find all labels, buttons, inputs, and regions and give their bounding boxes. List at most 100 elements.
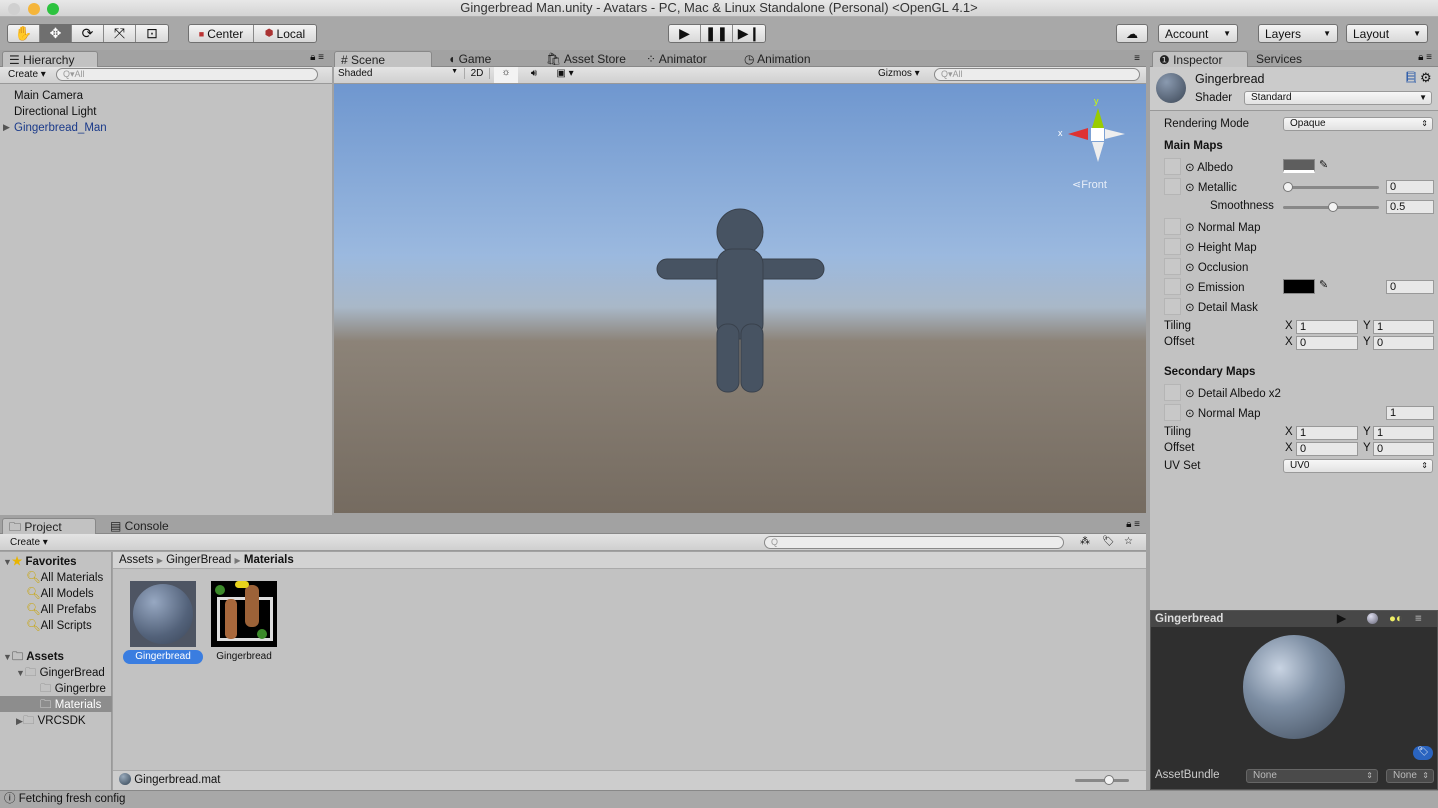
layers-dropdown[interactable]: Layers ▼: [1258, 24, 1338, 43]
expand-arrow-icon[interactable]: ▶: [3, 122, 10, 133]
breadcrumb-item[interactable]: Assets: [119, 554, 154, 566]
tab-console[interactable]: ▤ Console: [104, 518, 169, 534]
create-dropdown[interactable]: Create ▾: [8, 69, 46, 80]
rotate-icon[interactable]: ⟳: [72, 25, 104, 42]
hierarchy-search-input[interactable]: Q▾All: [56, 68, 318, 81]
material-asset-thumbnail[interactable]: [130, 581, 196, 647]
project-search-input[interactable]: Q: [764, 536, 1064, 549]
lock-icon[interactable]: 🔒︎ ≡: [1126, 519, 1140, 530]
smoothness-input[interactable]: 0.5: [1386, 200, 1434, 214]
preview-sphere[interactable]: [1243, 635, 1345, 739]
metallic-input[interactable]: 0: [1386, 180, 1434, 194]
smoothness-slider-handle[interactable]: [1328, 202, 1338, 212]
tab-scene[interactable]: # Scene: [334, 51, 432, 67]
thumbnail-size-slider[interactable]: [1075, 779, 1129, 782]
breadcrumb-item[interactable]: GingerBread: [166, 554, 231, 566]
gizmo-view-label[interactable]: ⋖Front: [1072, 178, 1107, 191]
favorites-item[interactable]: ▼★ Favorites: [3, 554, 77, 568]
effects-dropdown-icon[interactable]: ▣ ▾: [550, 68, 580, 79]
label-tag-icon[interactable]: 🏷︎: [1413, 746, 1433, 760]
secondary-normal-map-slot[interactable]: [1164, 404, 1181, 421]
rect-icon[interactable]: ⊡: [136, 25, 168, 42]
move-icon[interactable]: ✥: [40, 25, 72, 42]
detail-mask-slot[interactable]: [1164, 298, 1181, 315]
tab-game[interactable]: ◖ Game: [442, 51, 491, 67]
hand-icon[interactable]: ✋: [8, 25, 40, 42]
gizmos-dropdown[interactable]: Gizmos ▾: [878, 68, 928, 79]
gizmo-z-axis[interactable]: [1105, 129, 1125, 139]
metallic-texture-slot[interactable]: [1164, 178, 1181, 195]
gizmo-center-cube[interactable]: [1091, 128, 1104, 141]
metallic-slider-handle[interactable]: [1283, 182, 1293, 192]
albedo-texture-slot[interactable]: [1164, 158, 1181, 175]
uv-set-dropdown[interactable]: UV0 ⇕: [1283, 459, 1433, 473]
favorite-item[interactable]: 🔍︎All Models: [26, 586, 94, 600]
lock-icon[interactable]: 🔒︎ ≡: [1418, 52, 1432, 63]
detail-albedo-slot[interactable]: [1164, 384, 1181, 401]
center-button[interactable]: ■ Center: [189, 25, 254, 42]
filter-label-icon[interactable]: 🏷︎: [1102, 536, 1115, 547]
asset-label[interactable]: Gingerbread: [205, 651, 283, 662]
hierarchy-item[interactable]: Directional Light: [14, 106, 96, 118]
shader-dropdown[interactable]: Standard ▼: [1244, 91, 1432, 105]
panel-menu-icon[interactable]: ≡: [1134, 53, 1140, 64]
tab-project[interactable]: 🗀 Project: [2, 518, 96, 534]
emission-input[interactable]: 0: [1386, 280, 1434, 294]
occlusion-slot[interactable]: [1164, 258, 1181, 275]
preview-lights-icon[interactable]: ●◐: [1389, 611, 1403, 627]
hierarchy-item[interactable]: Gingerbread_Man: [14, 122, 107, 134]
tab-animation[interactable]: ◷ Animation: [738, 51, 811, 67]
height-map-slot[interactable]: [1164, 238, 1181, 255]
preview-mesh-icon[interactable]: [1367, 613, 1378, 624]
folder-item[interactable]: ▶🗀 VRCSDK: [16, 713, 86, 732]
maximize-window-button[interactable]: [47, 3, 59, 15]
filter-type-icon[interactable]: ⁂: [1080, 536, 1090, 547]
secondary-normal-scale-input[interactable]: 1: [1386, 406, 1434, 420]
hierarchy-item[interactable]: Main Camera: [14, 90, 83, 102]
secondary-tiling-y-input[interactable]: 1: [1373, 426, 1434, 440]
favorite-item[interactable]: 🔍︎All Materials: [26, 570, 103, 584]
tab-hierarchy[interactable]: ☰ Hierarchy: [2, 51, 98, 67]
create-dropdown[interactable]: Create ▾: [10, 537, 48, 548]
variant-dropdown[interactable]: None ⇕: [1386, 769, 1434, 783]
favorite-item[interactable]: 🔍︎All Prefabs: [26, 602, 96, 616]
gear-icon[interactable]: ⚙: [1420, 70, 1432, 86]
normal-map-slot[interactable]: [1164, 218, 1181, 235]
layout-dropdown[interactable]: Layout ▼: [1346, 24, 1428, 43]
cloud-button[interactable]: ☁: [1116, 24, 1148, 43]
tab-services[interactable]: Services: [1250, 51, 1302, 67]
emission-color-swatch[interactable]: [1283, 279, 1315, 294]
audio-toggle-icon[interactable]: 🔊︎: [522, 68, 546, 79]
secondary-tiling-x-input[interactable]: 1: [1296, 426, 1358, 440]
rendering-mode-dropdown[interactable]: Opaque ⇕: [1283, 117, 1433, 131]
orientation-gizmo[interactable]: x y ⋖Front: [1054, 96, 1134, 191]
minimize-window-button[interactable]: [28, 3, 40, 15]
secondary-offset-y-input[interactable]: 0: [1373, 442, 1434, 456]
shading-dropdown[interactable]: Shaded ▼: [338, 68, 458, 79]
gizmo-neg-y-axis[interactable]: [1092, 142, 1104, 162]
scale-icon[interactable]: ⤧: [104, 25, 136, 42]
account-dropdown[interactable]: Account ▼: [1158, 24, 1238, 43]
tiling-x-input[interactable]: 1: [1296, 320, 1358, 334]
favorite-item[interactable]: 🔍︎All Scripts: [26, 618, 92, 632]
gizmo-y-axis[interactable]: [1092, 108, 1104, 128]
scene-viewport[interactable]: x y ⋖Front: [334, 84, 1146, 513]
assetbundle-dropdown[interactable]: None ⇕: [1246, 769, 1378, 783]
gizmo-x-axis[interactable]: [1068, 128, 1088, 140]
step-button[interactable]: ▶❙: [733, 25, 765, 42]
status-bar[interactable]: ⓘ Fetching fresh config: [0, 790, 1438, 808]
tab-animator[interactable]: ⁘ Animator: [640, 51, 707, 67]
favorite-star-icon[interactable]: ☆: [1124, 536, 1133, 547]
pause-button[interactable]: ❚❚: [701, 25, 733, 42]
albedo-color-swatch[interactable]: [1283, 159, 1315, 173]
thumbnail-size-handle[interactable]: [1104, 775, 1114, 785]
play-button[interactable]: ▶: [669, 25, 701, 42]
tiling-y-input[interactable]: 1: [1373, 320, 1434, 334]
emission-slot[interactable]: [1164, 278, 1181, 295]
secondary-offset-x-input[interactable]: 0: [1296, 442, 1358, 456]
tab-inspector[interactable]: ❶ Inspector: [1152, 51, 1248, 67]
metallic-slider[interactable]: [1283, 186, 1379, 189]
asset-label-selected[interactable]: Gingerbread: [123, 650, 203, 664]
texture-asset-thumbnail[interactable]: [211, 581, 277, 647]
close-window-button[interactable]: [8, 3, 20, 15]
